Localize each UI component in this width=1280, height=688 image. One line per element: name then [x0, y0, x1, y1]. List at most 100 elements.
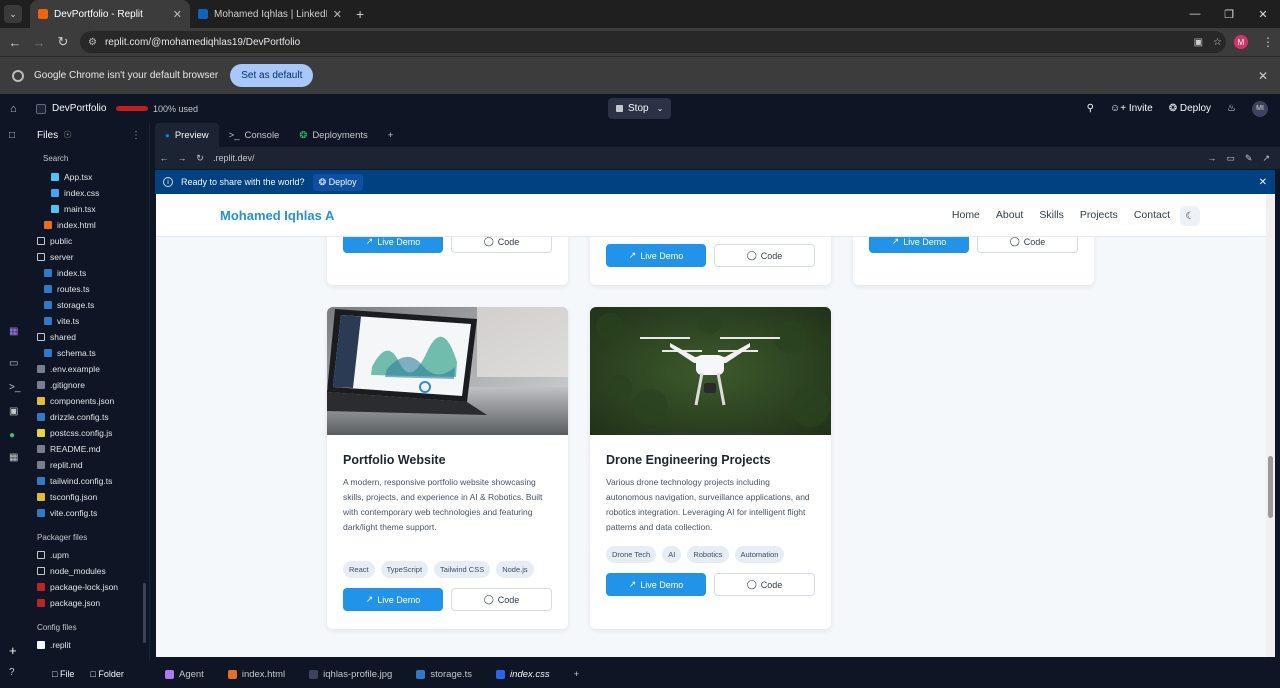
file-tree-item[interactable]: postcss.config.js [30, 425, 149, 441]
site-brand[interactable]: Mohamed Iqhlas A [220, 208, 334, 223]
browser-tab-linkedin[interactable]: Mohamed Iqhlas | LinkedIn ✕ [190, 0, 350, 28]
forward-icon[interactable]: → [27, 35, 51, 50]
database-icon[interactable]: ▣ [9, 406, 18, 417]
code-button[interactable]: ◯ Code [714, 244, 815, 267]
set-as-default-button[interactable]: Set as default [230, 64, 314, 87]
preview-scrollbar[interactable] [1266, 194, 1275, 657]
chevron-down-icon[interactable]: ⌄ [657, 104, 664, 113]
file-tree-item[interactable]: storage.ts [30, 297, 149, 313]
file-tree-item[interactable]: shared [30, 329, 149, 345]
preview-scrollbar-thumb[interactable] [1268, 456, 1273, 518]
help-icon[interactable]: ? [9, 667, 15, 678]
live-demo-button[interactable]: ↗ Live Demo [343, 588, 443, 611]
live-demo-button[interactable]: ↗ Live Demo [606, 573, 706, 596]
home-icon[interactable]: ⌂ [10, 103, 17, 115]
tab-index-html[interactable]: index.html [218, 660, 295, 688]
preview-forward-icon[interactable]: → [173, 153, 191, 163]
chrome-menu-icon[interactable]: ⋮ [1262, 35, 1274, 49]
all-tools-icon[interactable]: ▦ [9, 452, 18, 463]
project-switcher[interactable]: DevPortfolio [36, 103, 106, 114]
close-infobar-icon[interactable]: ✕ [1258, 69, 1268, 83]
file-tree-item[interactable]: .replit [30, 637, 149, 653]
code-button[interactable]: ◯ Code [451, 588, 552, 611]
profile-avatar[interactable]: M [1234, 35, 1248, 49]
file-tree-item[interactable]: App.tsx [30, 169, 149, 185]
devtools-icon[interactable]: ✎ [1245, 153, 1253, 164]
search-icon[interactable]: ⚲ [1087, 103, 1094, 114]
browser-tab-replit[interactable]: DevPortfolio - Replit ✕ [30, 0, 190, 28]
file-tree-item[interactable]: main.tsx [30, 201, 149, 217]
console-icon[interactable]: >_ [9, 382, 20, 393]
file-tree-item[interactable]: components.json [30, 393, 149, 409]
banner-deploy-button[interactable]: ❂ Deploy [312, 173, 363, 191]
tab-iqhlas-profile[interactable]: iqhlas-profile.jpg [299, 660, 402, 688]
file-tree-item[interactable]: server [30, 249, 149, 265]
tab-agent[interactable]: Agent [155, 660, 214, 688]
nav-projects[interactable]: Projects [1080, 209, 1118, 221]
files-scrollbar[interactable] [143, 583, 146, 643]
nav-contact[interactable]: Contact [1134, 209, 1170, 221]
file-tree-item[interactable]: replit.md [30, 457, 149, 473]
file-tree-item[interactable]: public [30, 233, 149, 249]
file-tree-item[interactable]: .gitignore [30, 377, 149, 393]
close-tab-icon[interactable]: ✕ [173, 8, 182, 21]
file-tree-item[interactable]: .env.example [30, 361, 149, 377]
tab-preview[interactable]: ● Preview [155, 123, 219, 147]
live-demo-button[interactable]: ↗ Live Demo [606, 244, 706, 267]
open-new-window-icon[interactable]: ↗ [1262, 153, 1270, 164]
file-tree-item[interactable]: vite.config.ts [30, 505, 149, 521]
address-bar[interactable]: ⚙ replit.com/@mohamediqhlas19/DevPortfol… [80, 31, 1226, 53]
preview-monitor-icon[interactable]: ▭ [9, 358, 18, 369]
preview-url[interactable]: .replit.dev/ [213, 153, 255, 163]
reload-icon[interactable]: ↻ [51, 34, 75, 50]
tab-search-button[interactable]: ⌄ [4, 5, 22, 23]
file-tree-item[interactable]: routes.ts [30, 281, 149, 297]
add-editor-tab-icon[interactable]: + [564, 660, 590, 688]
file-tree-item[interactable]: node_modules [30, 563, 149, 579]
file-tree-item[interactable]: package.json [30, 595, 149, 611]
config-files-heading[interactable]: Config files [30, 617, 149, 637]
maximize-icon[interactable]: ❐ [1212, 0, 1246, 28]
file-tree-item[interactable]: tsconfig.json [30, 489, 149, 505]
file-tree-item[interactable]: .upm [30, 547, 149, 563]
cast-icon[interactable]: ▣ [1194, 37, 1203, 48]
user-avatar[interactable]: MI [1252, 100, 1268, 117]
agent-grid-icon[interactable]: ▦ [9, 326, 18, 337]
file-tree-item[interactable]: schema.ts [30, 345, 149, 361]
close-tab-icon[interactable]: ✕ [333, 8, 342, 21]
packager-files-heading[interactable]: Packager files [30, 527, 149, 547]
go-icon[interactable]: → [1207, 153, 1216, 164]
devices-icon[interactable]: ▭ [1226, 153, 1235, 164]
code-button[interactable]: ◯ Code [714, 573, 815, 596]
theme-toggle-moon-icon[interactable]: ☾ [1180, 206, 1200, 226]
file-tree-item[interactable]: index.css [30, 185, 149, 201]
eye-icon[interactable]: ☉ [63, 130, 72, 141]
close-window-icon[interactable]: ✕ [1246, 0, 1280, 28]
notifications-bell-icon[interactable]: ♨ [1227, 103, 1236, 114]
deploy-button[interactable]: ❂ Deploy [1169, 103, 1211, 114]
invite-button[interactable]: ☺+ Invite [1110, 103, 1153, 114]
deployments-icon[interactable]: ● [9, 430, 15, 441]
add-pane-tab-icon[interactable]: + [378, 123, 404, 147]
files-menu-icon[interactable]: ⋮ [131, 130, 141, 141]
file-tree-item[interactable]: index.html [30, 217, 149, 233]
stop-button[interactable]: Stop ⌄ [608, 98, 672, 119]
file-tree-item[interactable]: vite.ts [30, 313, 149, 329]
tab-console[interactable]: >_ Console [219, 123, 290, 147]
nav-home[interactable]: Home [952, 209, 980, 221]
bookmark-star-icon[interactable]: ☆ [1213, 37, 1222, 48]
tab-deployments[interactable]: ❂ Deployments [289, 123, 377, 147]
new-tab-icon[interactable]: + [356, 6, 364, 22]
file-tree-item[interactable]: package-lock.json [30, 579, 149, 595]
close-banner-icon[interactable]: ✕ [1259, 177, 1267, 188]
file-tree-item[interactable]: drizzle.config.ts [30, 409, 149, 425]
new-tab-plus-icon[interactable]: + [9, 643, 17, 658]
tab-index-css[interactable]: index.css [486, 660, 560, 688]
files-panel-icon[interactable]: □ [9, 130, 15, 141]
minimize-icon[interactable]: — [1178, 0, 1212, 28]
back-icon[interactable]: ← [3, 35, 27, 50]
preview-back-icon[interactable]: ← [155, 153, 173, 163]
new-folder-button[interactable]: □ Folder [90, 669, 123, 679]
file-tree-item[interactable]: index.ts [30, 265, 149, 281]
site-info-icon[interactable]: ⚙ [88, 37, 97, 48]
